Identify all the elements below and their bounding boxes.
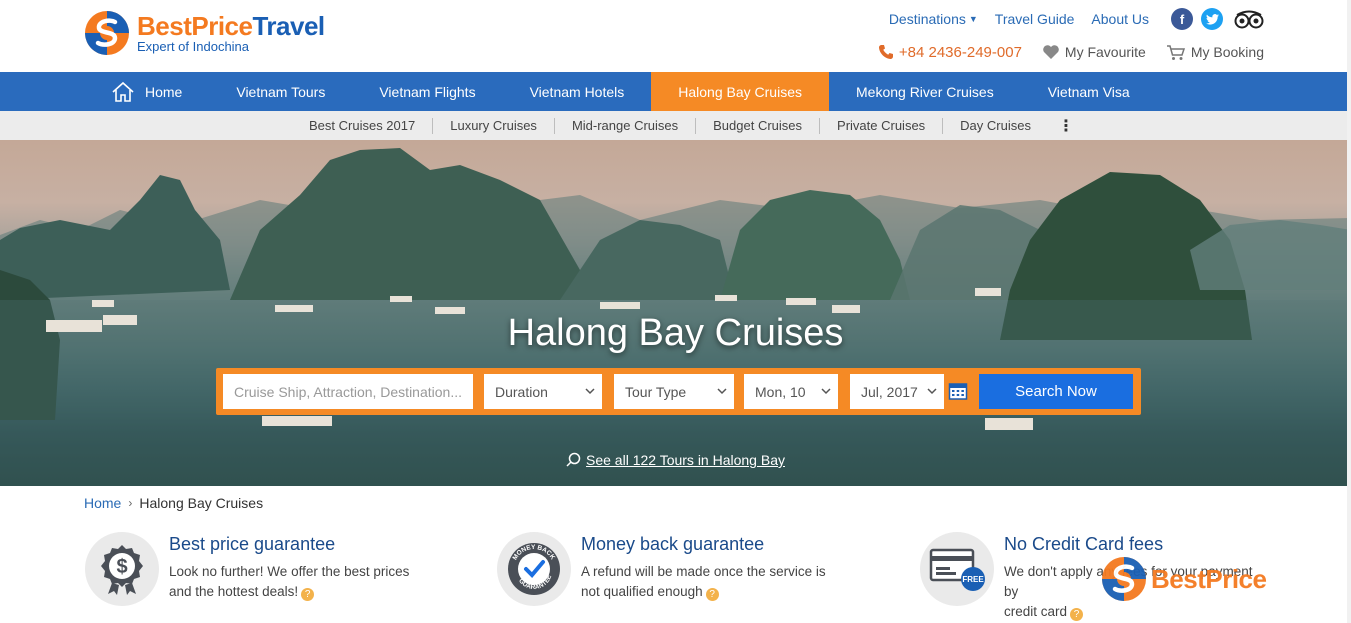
sub-nav: Best Cruises 2017 Luxury Cruises Mid-ran… [0,111,1351,140]
nav-item-mekong-river-cruises[interactable]: Mekong River Cruises [829,72,1021,111]
contact-row: +84 2436-249-007 My Favourite My Booking [878,42,1264,62]
tour-type-select[interactable]: Tour Type [614,374,734,409]
feature-text: A refund will be made once the service i… [581,564,826,601]
credit-card-free-icon: FREE [920,532,994,606]
page-scrollbar[interactable] [1347,0,1351,623]
feature-best-price: $ Best price guarantee Look no further! … [85,532,429,606]
subnav-item-mid-range-cruises[interactable]: Mid-range Cruises [555,117,697,134]
brand-name: BestPriceTravel [137,11,325,41]
search-bar: Cruise Ship, Attraction, Destination... … [216,368,1141,415]
site-header: BestPriceTravel Expert of Indochina Dest… [0,0,1351,72]
subnav-item-day-cruises[interactable]: Day Cruises [943,118,1048,134]
phone-icon [878,45,893,59]
nav-item-vietnam-flights[interactable]: Vietnam Flights [352,72,502,111]
calendar-icon[interactable] [948,381,968,401]
search-icon [566,452,581,467]
nav-item-halong-bay-cruises[interactable]: Halong Bay Cruises [651,72,829,111]
subnav-item-budget-cruises[interactable]: Budget Cruises [696,117,821,134]
search-input[interactable]: Cruise Ship, Attraction, Destination... [223,374,473,409]
twitter-icon[interactable] [1201,8,1223,30]
money-back-seal-icon: MONEY BACK GUARANTEE [497,532,571,606]
nav-item-vietnam-hotels[interactable]: Vietnam Hotels [503,72,652,111]
my-favourite-link[interactable]: My Favourite [1042,44,1146,60]
home-icon [112,81,134,102]
watermark-logo-icon [1102,557,1146,601]
phone-number[interactable]: +84 2436-249-007 [878,44,1022,61]
svg-text:$: $ [116,556,127,578]
logo-mark-icon [84,10,130,56]
day-select[interactable]: Mon, 10 [744,374,838,409]
subnav-item-luxury-cruises[interactable]: Luxury Cruises [433,117,555,134]
chevron-down-icon [821,388,831,395]
chevron-right-icon: › [128,496,133,510]
duration-select[interactable]: Duration [484,374,602,409]
help-icon[interactable]: ? [705,588,719,601]
nav-item-home[interactable]: Home [84,72,209,111]
svg-text:FREE: FREE [962,575,984,584]
brand-tagline: Expert of Indochina [137,39,250,54]
caret-down-icon: ▼ [968,14,978,24]
search-now-button[interactable]: Search Now [979,374,1133,409]
breadcrumb-current: Halong Bay Cruises [139,495,264,511]
feature-title: Best price guarantee [169,534,336,554]
help-icon[interactable]: ? [301,588,315,601]
my-booking-link[interactable]: My Booking [1166,44,1264,61]
travel-guide-link[interactable]: Travel Guide [995,11,1075,27]
feature-title: Money back guarantee [581,534,765,554]
chevron-down-icon [927,388,937,395]
feature-money-back: MONEY BACK GUARANTEE Money back guarante… [497,532,841,606]
brand-logo[interactable]: BestPriceTravel Expert of Indochina [84,8,325,58]
tripadvisor-icon[interactable] [1233,8,1265,30]
month-select[interactable]: Jul, 2017 [850,374,944,409]
subnav-item-best-cruises[interactable]: Best Cruises 2017 [292,117,434,134]
brand-watermark: BestPrice [1101,556,1267,602]
price-badge-icon: $ [85,532,159,606]
main-nav: Home Vietnam Tours Vietnam Flights Vietn… [0,72,1351,111]
help-icon[interactable]: ? [1070,608,1084,621]
chevron-down-icon [585,388,595,395]
feature-text: Look no further! We offer the best price… [169,564,410,601]
more-vertical-icon[interactable]: ⋮ [1058,116,1074,136]
facebook-icon[interactable]: f [1171,8,1193,30]
chevron-down-icon [717,388,727,395]
subnav-item-private-cruises[interactable]: Private Cruises [820,117,944,134]
cart-icon [1166,44,1185,60]
about-us-link[interactable]: About Us [1091,11,1149,27]
see-all-tours-link[interactable]: See all 122 Tours in Halong Bay [0,452,1351,468]
feature-title: No Credit Card fees [1004,534,1164,554]
heart-icon [1043,45,1059,59]
nav-item-vietnam-visa[interactable]: Vietnam Visa [1021,72,1157,111]
hero-banner: Halong Bay Cruises Cruise Ship, Attracti… [0,140,1351,486]
nav-item-vietnam-tours[interactable]: Vietnam Tours [209,72,352,111]
destinations-link[interactable]: Destinations ▼ [889,11,978,27]
hero-title: Halong Bay Cruises [507,312,844,354]
top-links: Destinations ▼ Travel Guide About Us f [872,8,1265,30]
breadcrumb-home-link[interactable]: Home [84,495,121,511]
breadcrumb: Home › Halong Bay Cruises [84,495,263,511]
